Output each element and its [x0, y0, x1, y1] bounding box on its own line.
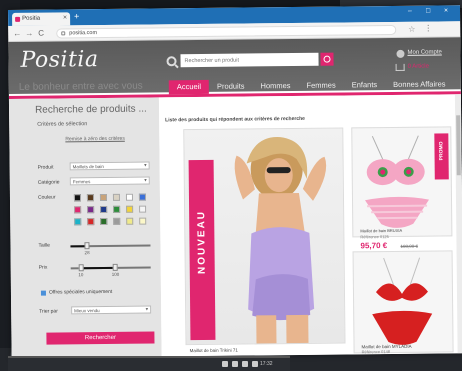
- site-logo[interactable]: Positia: [20, 47, 98, 73]
- color-swatch[interactable]: [100, 205, 108, 214]
- size-value: 28: [84, 250, 90, 256]
- browser-tab[interactable]: Positia ×: [12, 12, 71, 26]
- color-swatch[interactable]: [100, 217, 108, 226]
- nav-products[interactable]: Produits: [209, 79, 253, 93]
- battery-icon[interactable]: [252, 361, 258, 367]
- promo-tag-label: PROMO: [438, 141, 445, 161]
- tray-icon[interactable]: [222, 361, 228, 367]
- cart-icon: [395, 63, 405, 71]
- product-select[interactable]: Maillots de bain: [69, 161, 150, 171]
- category-select[interactable]: Femmes: [69, 176, 150, 186]
- color-swatch[interactable]: [73, 194, 82, 202]
- address-bar[interactable]: positia.com: [56, 24, 397, 39]
- new-tab-button[interactable]: +: [74, 11, 79, 21]
- color-swatch[interactable]: [87, 206, 95, 214]
- bikini-photo-2: [372, 257, 433, 345]
- back-button[interactable]: ←: [13, 29, 21, 38]
- sort-select[interactable]: Mieux vendu: [71, 305, 152, 315]
- special-offers-checkbox[interactable]: [40, 290, 46, 296]
- product-label: Produit: [37, 164, 54, 171]
- favicon-icon: [15, 16, 21, 22]
- scrollbar-thumb[interactable]: [456, 115, 461, 176]
- taskbar-clock: 17:32: [260, 361, 273, 367]
- maximize-button[interactable]: □: [426, 8, 430, 15]
- browser-window: Positia × + – □ × ← → C positia.com ☆ ⋮ …: [8, 5, 462, 358]
- minimize-button[interactable]: –: [408, 8, 412, 15]
- price-label: Prix: [38, 264, 48, 271]
- close-window-button[interactable]: ×: [444, 7, 448, 14]
- forward-button[interactable]: →: [25, 29, 33, 38]
- results-panel: Liste des produits qui répondent aux cri…: [158, 94, 462, 357]
- bookmark-star-icon[interactable]: ☆: [408, 25, 415, 34]
- color-swatch[interactable]: [125, 193, 134, 201]
- color-swatch[interactable]: [87, 218, 95, 226]
- color-swatch[interactable]: [86, 194, 95, 202]
- size-label: Taille: [38, 242, 50, 249]
- color-label: Couleur: [37, 194, 56, 201]
- color-swatch[interactable]: [139, 217, 147, 225]
- featured-product-card[interactable]: NOUVEAU: [183, 127, 346, 346]
- criteria-heading: Critères de sélection: [37, 121, 88, 128]
- product-card-myladia[interactable]: [352, 250, 454, 354]
- featured-product-caption: Maillot de bain Trikini 71: [185, 344, 346, 356]
- price-slider-range: [80, 266, 115, 270]
- results-title: Liste des produits qui répondent aux cri…: [165, 115, 305, 124]
- account-link[interactable]: Mon Compte: [407, 49, 441, 55]
- reset-criteria-link[interactable]: Remise à zéro des critères: [65, 136, 125, 143]
- taskbar: 17:32: [8, 356, 290, 371]
- sort-label: Trier par: [39, 308, 58, 315]
- model-photo: [234, 137, 327, 346]
- color-swatch[interactable]: [126, 205, 134, 213]
- close-tab-icon[interactable]: ×: [63, 14, 67, 21]
- color-swatch[interactable]: [113, 205, 121, 213]
- product1-ref: Référence 0125: [360, 234, 389, 240]
- browser-menu-icon[interactable]: ⋮: [424, 24, 432, 33]
- volume-icon[interactable]: [242, 361, 248, 367]
- color-swatch[interactable]: [113, 217, 121, 225]
- reload-button[interactable]: C: [38, 29, 44, 38]
- nav-men[interactable]: Hommes: [252, 79, 298, 93]
- desktop: Positia × + – □ × ← → C positia.com ☆ ⋮ …: [0, 0, 462, 371]
- nav-women[interactable]: Femmes: [298, 78, 343, 92]
- color-swatch[interactable]: [112, 193, 121, 201]
- special-offers-label: Offres spéciales uniquement: [48, 288, 113, 296]
- price-max-handle[interactable]: [112, 263, 118, 271]
- color-swatch[interactable]: [126, 217, 134, 225]
- search-submit-button[interactable]: [320, 52, 334, 66]
- lock-icon: [61, 31, 66, 36]
- product2-ref: Référence 0148: [361, 349, 391, 355]
- category-label: Catégorie: [37, 179, 60, 186]
- nav-deals[interactable]: Bonnes Affaires: [385, 77, 454, 92]
- price-min-value: 10: [78, 272, 84, 278]
- promo-tag: PROMO: [434, 133, 449, 180]
- site-slogan: Le bonheur entre avec vous: [18, 80, 143, 93]
- color-swatch[interactable]: [138, 193, 147, 201]
- cart-link[interactable]: 0 Article: [408, 64, 429, 70]
- color-swatch[interactable]: [74, 206, 82, 214]
- product1-name[interactable]: Maillot de bain BRUXIA: [360, 228, 402, 233]
- nav-home[interactable]: Accueil: [168, 79, 210, 95]
- search-button[interactable]: Rechercher: [46, 331, 155, 345]
- product1-price: 95,70 €: [360, 241, 388, 251]
- search-icon: [166, 56, 177, 67]
- tab-title: Positia: [22, 15, 41, 22]
- search-sidebar: Recherche de produits ... Critères de sé…: [8, 97, 162, 358]
- price-max-value: 100: [111, 271, 120, 277]
- price-min-handle[interactable]: [78, 264, 84, 272]
- product1-old-price: 108,00 €: [400, 243, 419, 249]
- color-swatch[interactable]: [139, 205, 147, 213]
- sidebar-title: Recherche de produits ...: [34, 103, 147, 116]
- color-swatch[interactable]: [74, 218, 82, 226]
- color-swatch[interactable]: [99, 193, 108, 202]
- user-icon: [396, 49, 405, 58]
- nav-kids[interactable]: Enfants: [344, 78, 386, 92]
- url-text: positia.com: [69, 30, 98, 37]
- size-slider-handle[interactable]: [84, 242, 90, 250]
- product-card-bruxia[interactable]: PROMO: [351, 126, 453, 238]
- product-search-input[interactable]: [180, 52, 319, 68]
- network-icon[interactable]: [232, 361, 238, 367]
